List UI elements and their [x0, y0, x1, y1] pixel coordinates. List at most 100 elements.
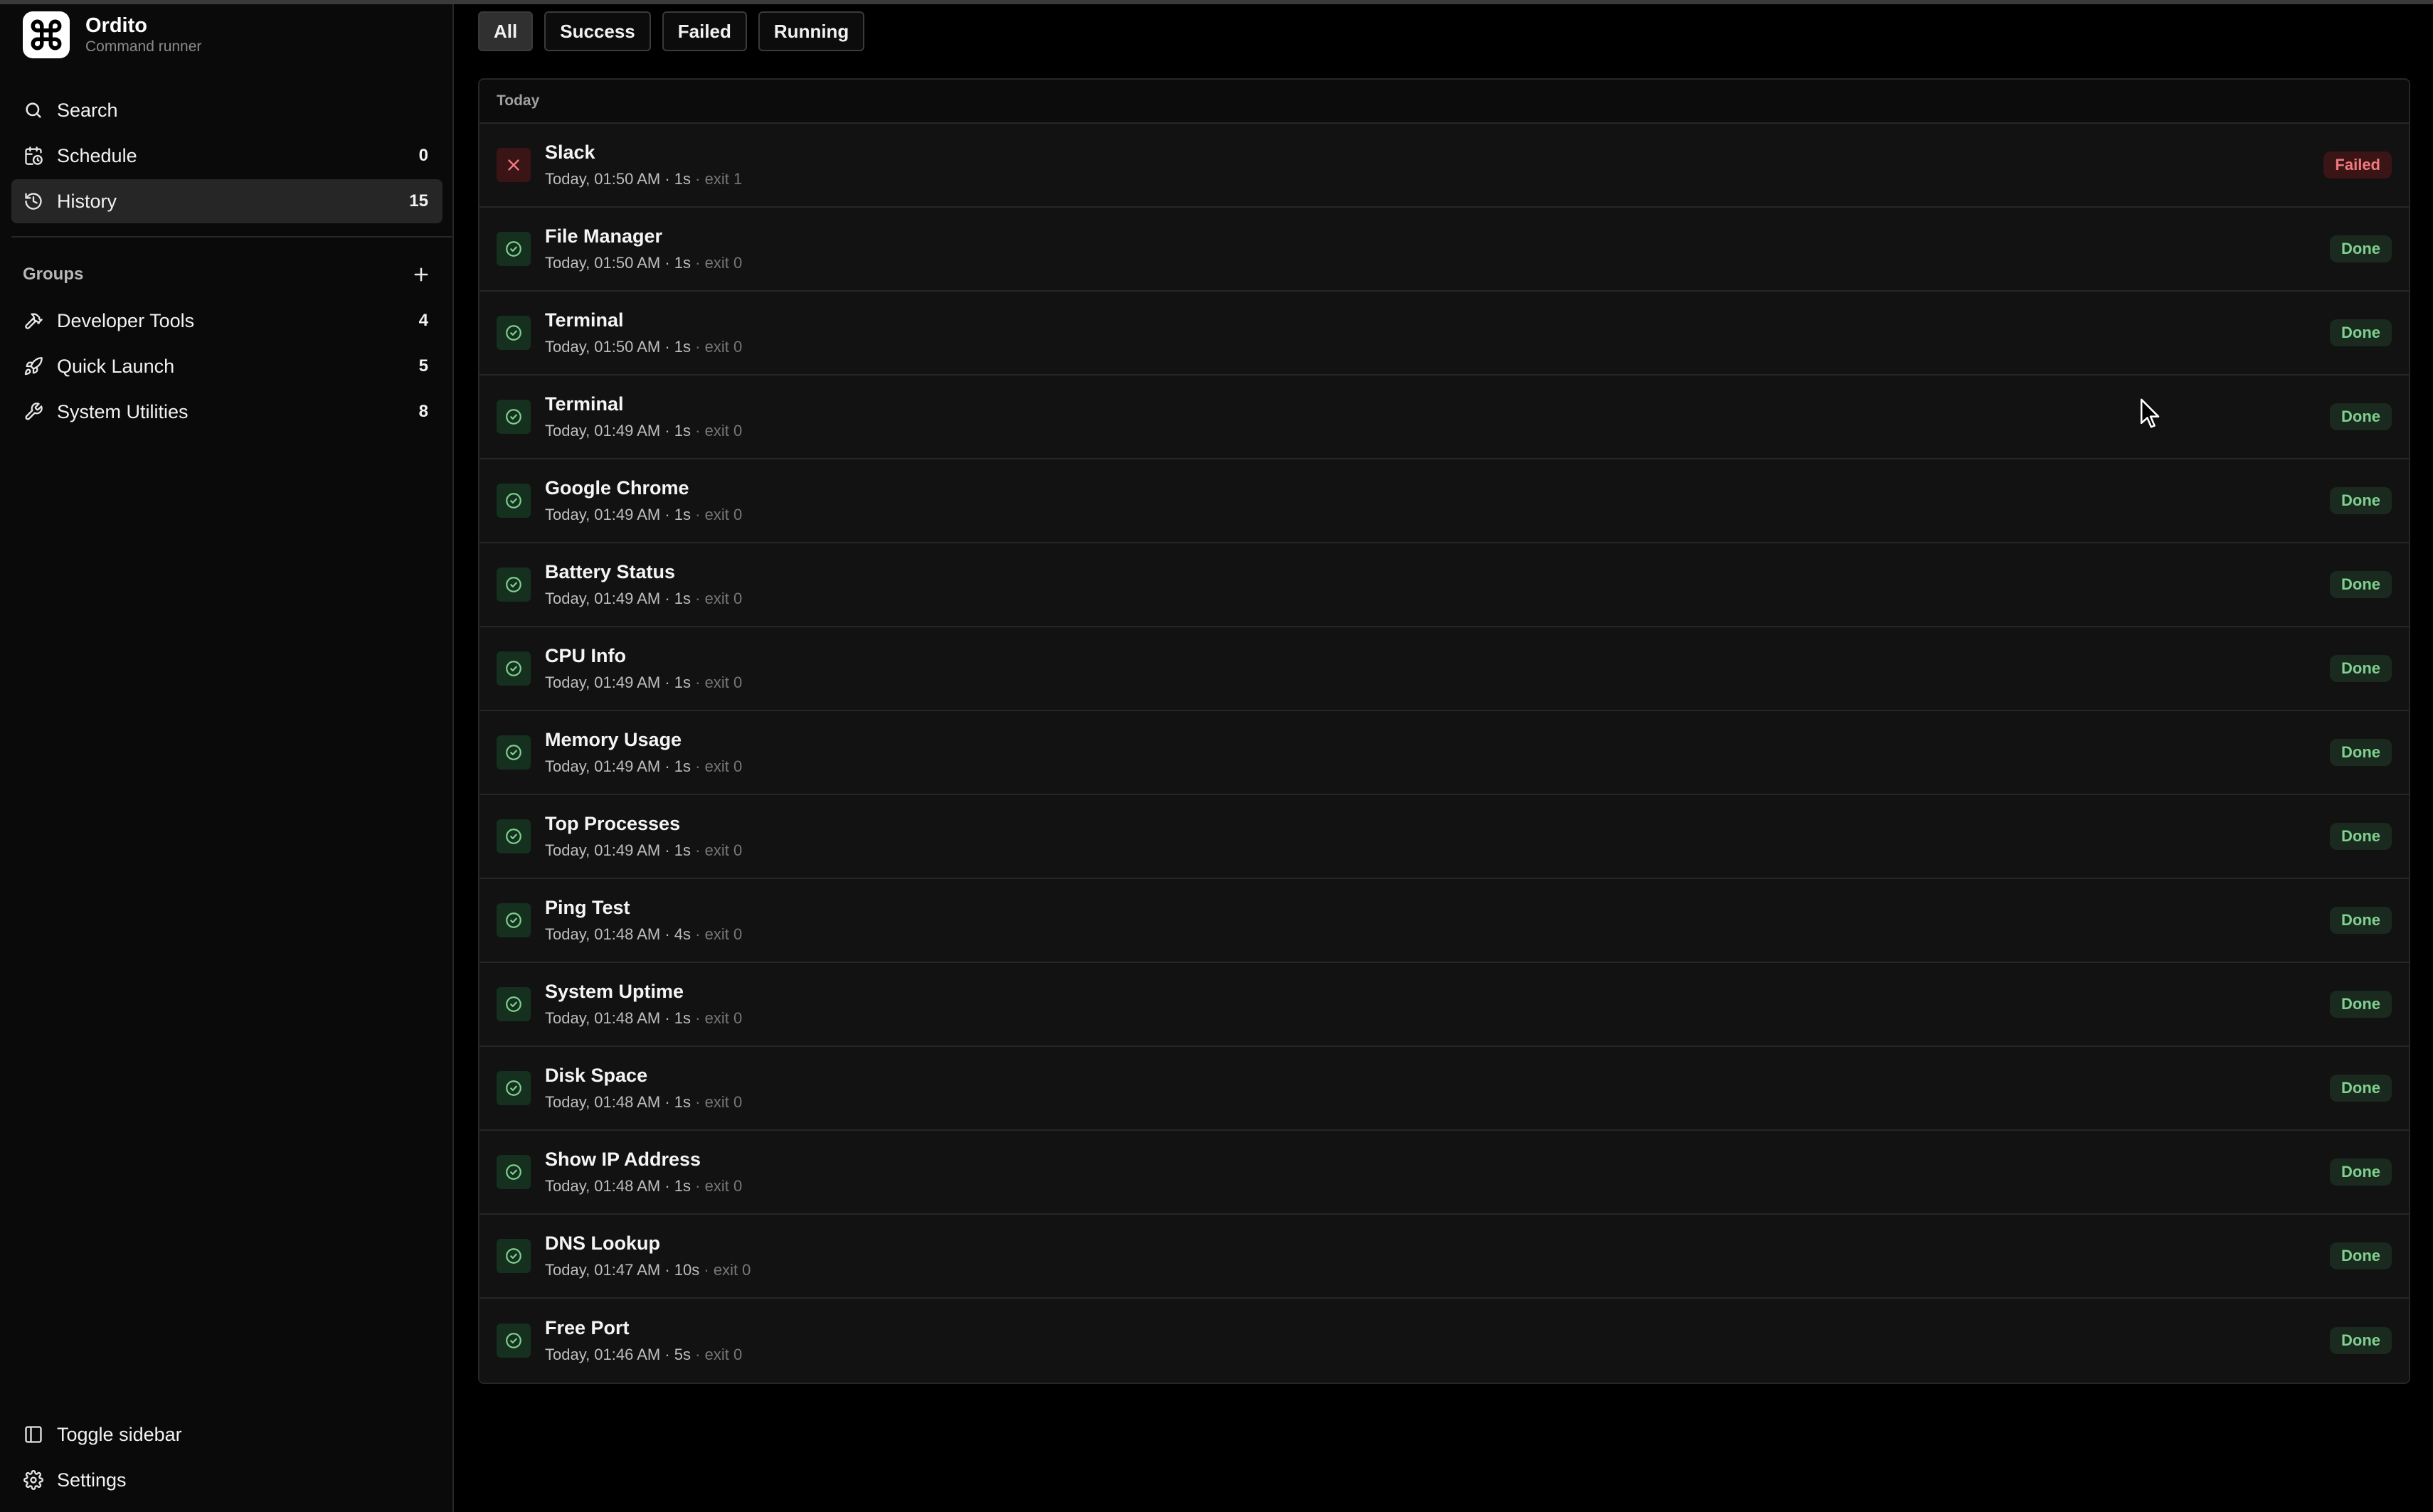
- row-meta: Today, 01:49 AM · 1s · exit 0: [545, 672, 2330, 693]
- row-title: Battery Status: [545, 561, 676, 582]
- row-title: Terminal: [545, 393, 624, 415]
- settings-button[interactable]: Settings: [11, 1458, 442, 1502]
- row-time-duration: Today, 01:50 AM · 1s: [545, 170, 691, 188]
- row-exit-code: · exit 0: [691, 1009, 743, 1027]
- row-exit-code: · exit 0: [691, 254, 743, 272]
- history-row[interactable]: Slack Today, 01:50 AM · 1s · exit 1 Failed: [479, 124, 2409, 208]
- row-text: Show IP Address Today, 01:48 AM · 1s · ex…: [545, 1147, 2330, 1197]
- groups-title: Groups: [23, 265, 84, 284]
- wrench-icon: [23, 401, 44, 422]
- status-filters: All Success Failed Running: [478, 11, 865, 51]
- row-meta: Today, 01:47 AM · 10s · exit 0: [545, 1260, 2330, 1281]
- group-item-quick-launch[interactable]: Quick Launch 5: [11, 344, 442, 388]
- check-circle-icon: [497, 819, 531, 853]
- row-text: Slack Today, 01:50 AM · 1s · exit 1: [545, 140, 2323, 190]
- row-time-duration: Today, 01:48 AM · 1s: [545, 1009, 691, 1027]
- status-badge: Done: [2330, 739, 2392, 766]
- nav-label: Search: [57, 99, 118, 121]
- nav-label: History: [57, 190, 117, 212]
- status-badge: Done: [2330, 1242, 2392, 1269]
- history-row[interactable]: System Uptime Today, 01:48 AM · 1s · exit…: [479, 963, 2409, 1047]
- history-row[interactable]: Ping Test Today, 01:48 AM · 4s · exit 0 Do…: [479, 879, 2409, 963]
- nav-item-schedule[interactable]: Schedule 0: [11, 134, 442, 178]
- filter-all-button[interactable]: All: [478, 11, 534, 51]
- history-row[interactable]: Memory Usage Today, 01:49 AM · 1s · exit …: [479, 711, 2409, 795]
- row-time-duration: Today, 01:46 AM · 5s: [545, 1346, 691, 1363]
- row-time-duration: Today, 01:48 AM · 4s: [545, 925, 691, 943]
- row-time-duration: Today, 01:50 AM · 1s: [545, 254, 691, 272]
- row-time-duration: Today, 01:47 AM · 10s: [545, 1261, 700, 1279]
- status-badge: Done: [2330, 571, 2392, 598]
- row-time-duration: Today, 01:49 AM · 1s: [545, 757, 691, 775]
- row-text: Free Port Today, 01:46 AM · 5s · exit 0: [545, 1316, 2330, 1365]
- row-meta: Today, 01:49 AM · 1s · exit 0: [545, 756, 2330, 777]
- check-circle-icon: [497, 651, 531, 686]
- row-meta: Today, 01:50 AM · 1s · exit 0: [545, 252, 2330, 274]
- history-row[interactable]: Top Processes Today, 01:49 AM · 1s · exit…: [479, 795, 2409, 879]
- row-text: File Manager Today, 01:50 AM · 1s · exit …: [545, 224, 2330, 274]
- status-badge: Failed: [2323, 151, 2392, 179]
- row-title: System Uptime: [545, 981, 684, 1002]
- section-header: Today: [479, 80, 2409, 124]
- nav-count: 0: [418, 146, 428, 165]
- history-rows: Slack Today, 01:50 AM · 1s · exit 1 Failed…: [479, 124, 2409, 1383]
- row-meta: Today, 01:50 AM · 1s · exit 0: [545, 336, 2330, 358]
- row-exit-code: · exit 0: [691, 1346, 743, 1363]
- row-time-duration: Today, 01:49 AM · 1s: [545, 590, 691, 607]
- row-time-duration: Today, 01:49 AM · 1s: [545, 674, 691, 691]
- main-nav: Search Schedule 0 History 15: [11, 88, 442, 225]
- nav-count: 15: [409, 191, 428, 211]
- check-circle-icon: [497, 1155, 531, 1189]
- history-row[interactable]: Battery Status Today, 01:49 AM · 1s · exi…: [479, 543, 2409, 627]
- history-row[interactable]: CPU Info Today, 01:49 AM · 1s · exit 0 Don…: [479, 627, 2409, 711]
- rocket-icon: [23, 356, 44, 377]
- row-time-duration: Today, 01:49 AM · 1s: [545, 506, 691, 523]
- check-circle-icon: [497, 484, 531, 518]
- history-row[interactable]: File Manager Today, 01:50 AM · 1s · exit …: [479, 208, 2409, 292]
- search-icon: [23, 100, 44, 121]
- row-exit-code: · exit 0: [691, 1093, 743, 1111]
- row-text: Memory Usage Today, 01:49 AM · 1s · exit …: [545, 728, 2330, 777]
- filter-success-button[interactable]: Success: [544, 11, 651, 51]
- history-row[interactable]: Terminal Today, 01:49 AM · 1s · exit 0 Don…: [479, 376, 2409, 459]
- filter-running-button[interactable]: Running: [758, 11, 865, 51]
- row-title: Slack: [545, 142, 595, 163]
- row-text: Terminal Today, 01:49 AM · 1s · exit 0: [545, 392, 2330, 442]
- history-row[interactable]: Show IP Address Today, 01:48 AM · 1s · ex…: [479, 1131, 2409, 1215]
- group-item-developer-tools[interactable]: Developer Tools 4: [11, 299, 442, 343]
- history-row[interactable]: Free Port Today, 01:46 AM · 5s · exit 0 Do…: [479, 1299, 2409, 1383]
- row-exit-code: · exit 0: [691, 674, 743, 691]
- row-exit-code: · exit 0: [691, 422, 743, 440]
- row-meta: Today, 01:48 AM · 1s · exit 0: [545, 1092, 2330, 1113]
- x-icon: [497, 148, 531, 182]
- app-name: Ordito: [85, 14, 147, 37]
- history-row[interactable]: Terminal Today, 01:50 AM · 1s · exit 0 Don…: [479, 292, 2409, 376]
- add-group-plus-icon[interactable]: [408, 262, 434, 287]
- history-row[interactable]: DNS Lookup Today, 01:47 AM · 10s · exit 0…: [479, 1215, 2409, 1299]
- check-circle-icon: [497, 987, 531, 1021]
- row-title: Show IP Address: [545, 1149, 701, 1170]
- nav-item-history[interactable]: History 15: [11, 179, 442, 223]
- row-title: DNS Lookup: [545, 1233, 660, 1254]
- row-text: System Uptime Today, 01:48 AM · 1s · exit…: [545, 979, 2330, 1029]
- group-count: 8: [418, 402, 428, 421]
- check-circle-icon: [497, 400, 531, 434]
- filter-failed-button[interactable]: Failed: [662, 11, 747, 51]
- brand-text: Ordito Command runner: [85, 14, 201, 56]
- history-row[interactable]: Google Chrome Today, 01:49 AM · 1s · exit…: [479, 459, 2409, 543]
- row-exit-code: · exit 0: [691, 506, 743, 523]
- app-subtitle: Command runner: [85, 38, 202, 55]
- check-circle-icon: [497, 316, 531, 350]
- gear-icon: [23, 1469, 44, 1491]
- group-item-system-utilities[interactable]: System Utilities 8: [11, 390, 442, 434]
- status-badge: Done: [2330, 991, 2392, 1018]
- row-title: Free Port: [545, 1317, 630, 1338]
- nav-item-search[interactable]: Search: [11, 88, 442, 132]
- main-content: All Success Failed Running Today Slack To…: [455, 4, 2433, 1512]
- check-circle-icon: [497, 1324, 531, 1358]
- status-badge: Done: [2330, 823, 2392, 850]
- status-badge: Done: [2330, 655, 2392, 682]
- history-row[interactable]: Disk Space Today, 01:48 AM · 1s · exit 0D…: [479, 1047, 2409, 1131]
- row-exit-code: · exit 0: [691, 757, 743, 775]
- toggle-sidebar-button[interactable]: Toggle sidebar: [11, 1412, 442, 1457]
